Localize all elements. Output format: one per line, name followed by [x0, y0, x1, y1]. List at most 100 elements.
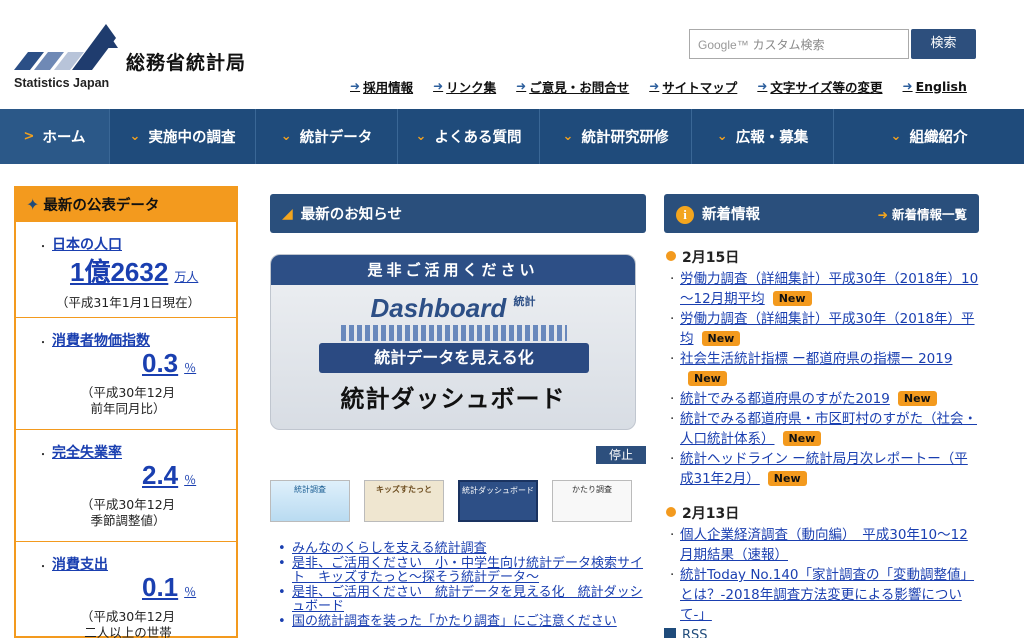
nav-faq[interactable]: ⌄ よくある質問: [398, 109, 540, 164]
update-link[interactable]: 社会生活統計指標 ー都道府県の指標ー 2019: [680, 351, 952, 367]
update-link[interactable]: 統計でみる都道府県・市区町村のすがた（社会・人口統計体系）: [680, 411, 977, 447]
list-item: 統計でみる都道府県のすがた2019 New: [664, 389, 979, 409]
thumb-dashboard[interactable]: 統計ダッシュボード: [458, 480, 538, 522]
list-item: 労働力調査（詳細集計）平成30年（2018年）平均New: [664, 309, 979, 349]
chevron-right-icon: >: [23, 129, 35, 144]
nav-pr-recruit[interactable]: ⌄ 広報・募集: [692, 109, 834, 164]
arrow-right-icon: ➜: [757, 79, 768, 93]
update-link[interactable]: 統計Today No.140「家計調査の「変動調整値」とは？-2018年調査方法…: [680, 567, 974, 623]
new-info-header: i 新着情報 ➜ 新着情報一覧: [664, 194, 979, 233]
latest-news-header: ◢ 最新のお知らせ: [270, 194, 646, 233]
site-title[interactable]: 総務省統計局: [126, 48, 246, 75]
rss-icon: [664, 628, 676, 638]
stat-note: （平成30年12月: [80, 385, 176, 400]
util-link-contact[interactable]: ➜ ご意見・お問合せ: [516, 78, 629, 95]
stat-name-link[interactable]: 日本の人口: [52, 234, 226, 254]
list-item: 統計ヘッドライン ー統計局月次レポートー（平成31年2月）New: [664, 449, 979, 489]
banner-tagline: 是非ご活用ください: [271, 255, 635, 285]
carousel-thumbnails: 統計調査 キッズすたっと 統計ダッシュボード かたり調査: [270, 480, 646, 524]
stat-name-link[interactable]: 消費支出: [52, 554, 226, 574]
search-button[interactable]: 検索: [911, 29, 976, 59]
chevron-down-icon: ⌄: [562, 129, 574, 144]
list-item: 是非、ご活用ください 統計データを見える化 統計ダッシュボード: [276, 585, 646, 615]
date-heading: 2月13日: [664, 503, 979, 523]
stat-name-link[interactable]: 消費者物価指数: [52, 330, 226, 350]
stat-note: （平成31年1月1日現在）: [55, 295, 201, 310]
update-list: 労働力調査（詳細集計）平成30年（2018年）10～12月期平均New 労働力調…: [664, 269, 979, 489]
list-item: 社会生活統計指標 ー都道府県の指標ー 2019 New: [664, 349, 979, 389]
logo-english-text: Statistics Japan: [14, 76, 110, 90]
update-link[interactable]: 統計ヘッドライン ー統計局月次レポートー（平成31年2月）: [680, 451, 968, 487]
nav-research-training[interactable]: ⌄ 統計研究研修: [540, 109, 692, 164]
new-badge: New: [767, 471, 807, 486]
arrow-right-icon: ➜: [649, 79, 660, 93]
stat-unit: ％: [184, 473, 197, 487]
util-link-links[interactable]: ➜ リンク集: [433, 78, 496, 95]
date-heading: 2月15日: [664, 247, 979, 267]
list-item: みんなのくらしを支える統計調査: [276, 541, 646, 557]
nav-organization[interactable]: ⌄ 組織紹介: [834, 109, 1024, 164]
stat-name-link[interactable]: 完全失業率: [52, 442, 226, 462]
dashboard-banner[interactable]: 是非ご活用ください Dashboard 統計 統計データを見える化 統計ダッシュ…: [270, 254, 636, 430]
new-badge: New: [772, 291, 812, 306]
stat-value[interactable]: 2.4: [142, 460, 178, 490]
thumb-fraud-survey[interactable]: かたり調査: [552, 480, 632, 522]
util-link-sitemap[interactable]: ➜ サイトマップ: [649, 78, 737, 95]
stat-population: ・ 日本の人口 1億2632 万人 （平成31年1月1日現在）: [16, 222, 236, 318]
new-badge: New: [701, 331, 741, 346]
nav-surveys[interactable]: ⌄ 実施中の調査: [110, 109, 256, 164]
new-badge: New: [897, 391, 937, 406]
thumb-kids-stat[interactable]: キッズすたっと: [364, 480, 444, 522]
stat-value[interactable]: 0.1: [142, 572, 178, 602]
stat-value[interactable]: 0.3: [142, 348, 178, 378]
utility-links: ➜ 採用情報 ➜ リンク集 ➜ ご意見・お問合せ ➜ サイトマップ ➜ 文字サイズ等の変更…: [350, 78, 967, 95]
stat-note: （平成30年12月: [80, 609, 176, 624]
banner-subtitle: 統計データを見える化: [319, 343, 589, 373]
stat-consumption: ・ 消費支出 0.1 ％ （平成30年12月 二人以上の世帯: [16, 542, 236, 638]
stat-value[interactable]: 1億2632: [70, 257, 168, 287]
news-link[interactable]: 国の統計調査を装った「かたり調査」にご注意ください: [292, 614, 617, 629]
nav-statistics-data[interactable]: ⌄ 統計データ: [256, 109, 398, 164]
stat-unit: ％: [184, 361, 197, 375]
stat-unit: 万人: [174, 270, 199, 284]
latest-data-header: ✦ 最新の公表データ: [16, 186, 236, 222]
update-link[interactable]: 個人企業経済調査（動向編） 平成30年10～12月期結果（速報）: [680, 527, 968, 563]
util-link-recruit[interactable]: ➜ 採用情報: [350, 78, 413, 95]
update-link[interactable]: 統計でみる都道府県のすがた2019: [680, 391, 890, 407]
arrow-right-icon: ➜: [433, 79, 444, 93]
banner-logo-text: Dashboard 統計: [370, 293, 536, 323]
site-header: Statistics Japan 総務省統計局 Google™ カスタム検索 検…: [0, 0, 1024, 109]
list-item: 是非、ご活用ください 小・中学生向け統計データ検索サイト キッズすたっと～探そう…: [276, 556, 646, 586]
arrow-right-icon: ➜: [902, 79, 913, 93]
nav-home[interactable]: > ホーム: [0, 109, 110, 164]
thumb-statistics-survey[interactable]: 統計調査: [270, 480, 350, 522]
logo-mark-icon: [14, 24, 118, 70]
arrow-right-icon: ➜: [877, 207, 888, 222]
arrow-right-icon: ➜: [350, 79, 361, 93]
rss-link[interactable]: RSS: [664, 628, 708, 638]
search-input[interactable]: Google™ カスタム検索: [689, 29, 909, 59]
util-link-english[interactable]: ➜ English: [903, 78, 967, 94]
megaphone-icon: ◢: [282, 205, 293, 222]
util-link-font-size[interactable]: ➜ 文字サイズ等の変更: [757, 78, 882, 95]
chevron-down-icon: ⌄: [415, 129, 427, 144]
stat-unemployment: ・ 完全失業率 2.4 ％ （平成30年12月 季節調整値）: [16, 430, 236, 542]
stat-note-2: 二人以上の世帯: [84, 625, 172, 638]
arrow-right-icon: ➜: [516, 79, 527, 93]
carousel-stop-button[interactable]: 停止: [596, 446, 646, 464]
stat-note: （平成30年12月: [80, 497, 176, 512]
update-link[interactable]: 労働力調査（詳細集計）平成30年（2018年）10～12月期平均: [680, 271, 978, 307]
chevron-down-icon: ⌄: [280, 129, 292, 144]
list-item: 統計Today No.140「家計調査の「変動調整値」とは？-2018年調査方法…: [664, 565, 979, 625]
news-link[interactable]: 是非、ご活用ください 統計データを見える化 統計ダッシュボード: [292, 585, 643, 615]
sparkle-icon: ✦: [26, 194, 40, 214]
latest-news-panel: ◢ 最新のお知らせ 是非ご活用ください Dashboard 統計 統計データを見…: [270, 194, 646, 629]
google-label: Google™: [698, 38, 749, 52]
new-info-list-link[interactable]: ➜ 新着情報一覧: [878, 204, 968, 223]
stat-note-2: 前年同月比）: [90, 401, 166, 416]
chevron-down-icon: ⌄: [716, 129, 728, 144]
search-placeholder: カスタム検索: [752, 38, 825, 52]
news-link[interactable]: 是非、ご活用ください 小・中学生向け統計データ検索サイト キッズすたっと～探そう…: [292, 556, 643, 586]
news-link[interactable]: みんなのくらしを支える統計調査: [292, 541, 487, 556]
news-list: みんなのくらしを支える統計調査 是非、ご活用ください 小・中学生向け統計データ検…: [276, 541, 646, 629]
